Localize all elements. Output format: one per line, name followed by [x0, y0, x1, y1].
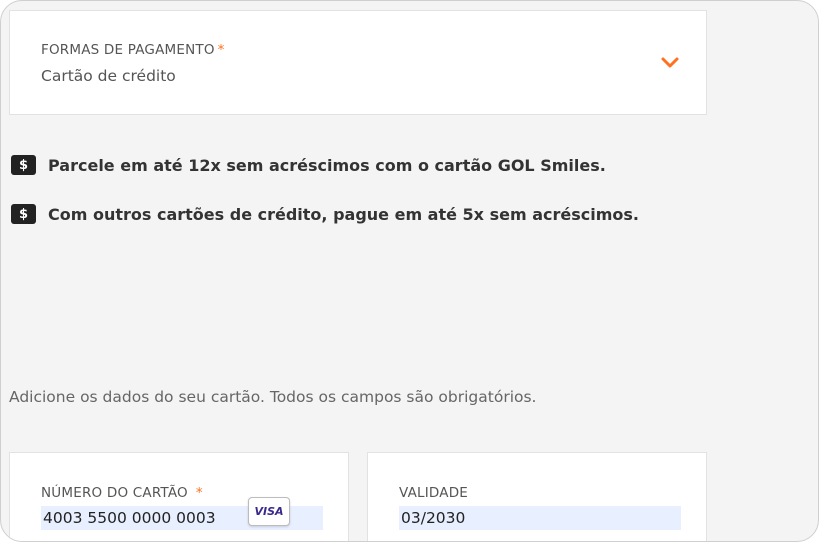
installment-info-gol-smiles: $ Parcele em até 12x sem acréscimos com …	[11, 155, 606, 175]
checkout-frame: FORMAS DE PAGAMENTO * Cartão de crédito $…	[0, 0, 819, 542]
card-data-instructions: Adicione os dados do seu cartão. Todos o…	[9, 388, 537, 406]
payment-method-value: Cartão de crédito	[41, 67, 176, 85]
expiry-input[interactable]	[399, 506, 681, 530]
chevron-down-icon[interactable]	[660, 56, 680, 70]
expiry-field-card: VALIDADE	[367, 452, 707, 541]
dollar-icon: $	[11, 204, 36, 224]
dollar-icon: $	[11, 155, 36, 175]
info-text: Parcele em até 12x sem acréscimos com o …	[48, 155, 606, 175]
visa-card-brand-icon: VISA	[248, 497, 290, 526]
expiry-label: VALIDADE	[399, 485, 469, 501]
card-number-field-card: NÚMERO DO CARTÃO* VISA	[9, 452, 349, 541]
installment-info-other-cards: $ Com outros cartões de crédito, pague e…	[11, 204, 639, 224]
card-number-label: NÚMERO DO CARTÃO *	[41, 485, 203, 501]
required-asterisk: *	[217, 42, 225, 58]
payment-method-select[interactable]: FORMAS DE PAGAMENTO * Cartão de crédito	[9, 10, 707, 115]
info-text: Com outros cartões de crédito, pague em …	[48, 204, 639, 224]
payment-method-label: FORMAS DE PAGAMENTO *	[41, 42, 225, 58]
required-asterisk: *	[195, 485, 203, 501]
